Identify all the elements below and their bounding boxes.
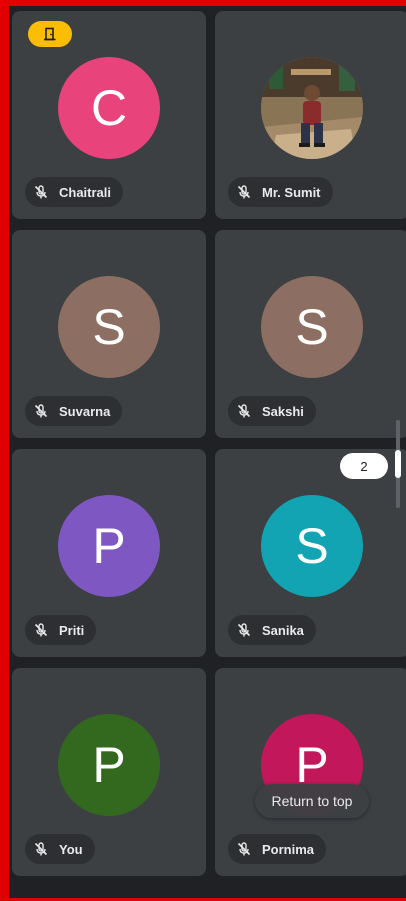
participant-name: Pornima	[262, 841, 315, 857]
name-label: Sakshi	[228, 396, 316, 426]
avatar: P	[58, 714, 160, 816]
avatar-initial: S	[295, 518, 329, 574]
mic-off-icon	[232, 837, 256, 861]
participant-name: Suvarna	[59, 403, 111, 419]
avatar-initial: C	[90, 80, 128, 136]
participant-tile-suvarna[interactable]: S Suvarna	[12, 230, 206, 438]
participant-name: Priti	[59, 622, 85, 638]
participant-tile-chaitrali[interactable]: C Chaitrali	[12, 11, 206, 219]
participant-name: You	[59, 841, 83, 857]
name-label: Sanika	[228, 615, 316, 645]
profile-photo	[261, 57, 363, 159]
participant-name: Sanika	[262, 622, 304, 638]
return-to-top-button[interactable]: Return to top	[255, 784, 369, 818]
name-label: Pornima	[228, 834, 327, 864]
avatar-initial: P	[92, 737, 126, 793]
avatar-initial: S	[295, 299, 329, 355]
page-indicator: 2	[340, 453, 388, 479]
avatar: P	[58, 495, 160, 597]
mic-off-icon	[29, 180, 53, 204]
participant-name: Mr. Sumit	[262, 184, 321, 200]
participant-tile-priti[interactable]: P Priti	[12, 449, 206, 657]
participant-tile-sakshi[interactable]: S Sakshi	[215, 230, 406, 438]
mic-off-icon	[29, 399, 53, 423]
avatar: C	[58, 57, 160, 159]
name-label: Mr. Sumit	[228, 177, 333, 207]
avatar: S	[58, 276, 160, 378]
host-door-icon	[44, 27, 56, 41]
mic-off-icon	[232, 399, 256, 423]
avatar: S	[261, 276, 363, 378]
participant-tile-mr-sumit[interactable]: Mr. Sumit	[215, 11, 406, 219]
name-label: Chaitrali	[25, 177, 124, 207]
name-label: You	[25, 834, 95, 864]
mic-off-icon	[232, 618, 256, 642]
participant-name: Chaitrali	[59, 184, 112, 200]
participant-tile-pornima[interactable]: P Pornima	[215, 668, 406, 876]
participant-name: Sakshi	[262, 403, 304, 419]
meeting-grid: C Chaitrali Mr. Sumit S Suvarna S Sakshi…	[0, 0, 406, 901]
avatar: S	[261, 495, 363, 597]
mic-off-icon	[29, 618, 53, 642]
name-label: Suvarna	[25, 396, 123, 426]
mic-off-icon	[232, 180, 256, 204]
mic-off-icon	[29, 837, 53, 861]
avatar-initial: P	[92, 518, 126, 574]
scrollbar-thumb[interactable]	[395, 450, 401, 478]
host-badge	[28, 21, 72, 47]
avatar-photo	[261, 57, 363, 159]
name-label: Priti	[25, 615, 97, 645]
participant-tile-sanika[interactable]: S Sanika	[215, 449, 406, 657]
participant-tile-you[interactable]: P You	[12, 668, 206, 876]
avatar-initial: S	[92, 299, 126, 355]
